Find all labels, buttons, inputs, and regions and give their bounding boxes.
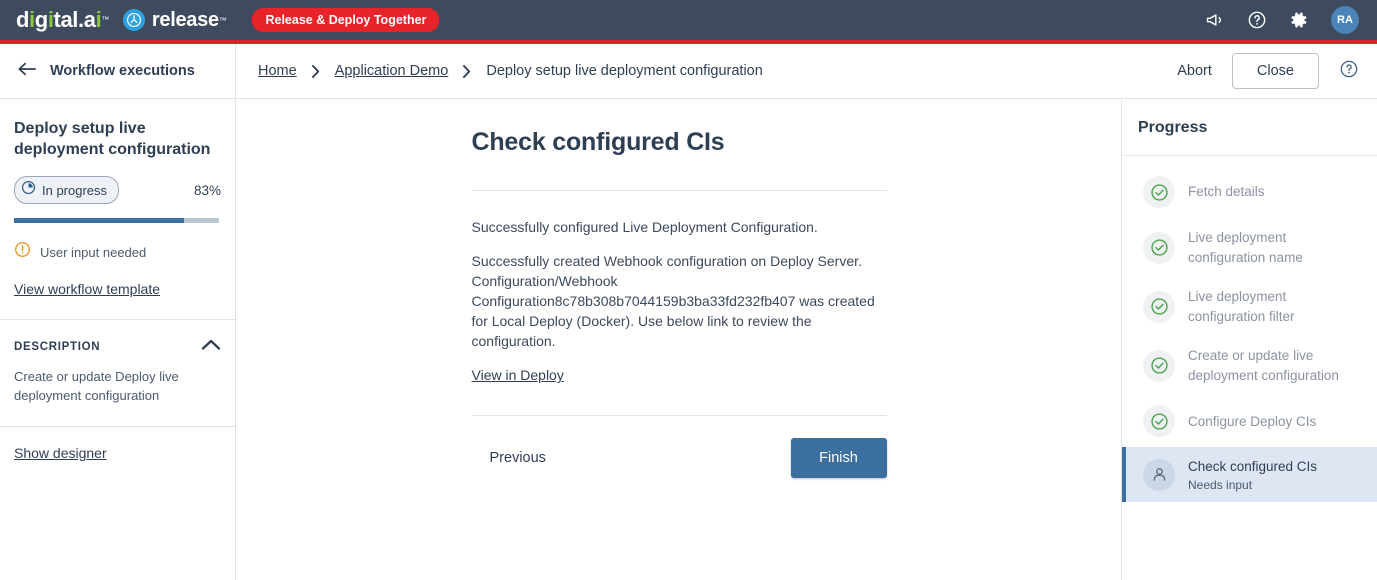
progress-step-label: Check configured CIs [1188,459,1318,475]
alert-circle-icon [14,241,31,263]
check-circle-icon [1143,290,1175,323]
top-brand-bar: digital.ai ™ release ™ Release & Deploy To… [0,0,1377,40]
page-title: Check configured CIs [471,128,725,156]
user-input-notice: User input needed [14,241,221,263]
check-circle-icon [1143,405,1175,438]
task-paragraph-2: Successfully created Webhook configurati… [471,253,875,350]
show-designer-link[interactable]: Show designer [0,427,121,479]
task-paragraph-1: Successfully configured Live Deployment … [471,219,818,235]
user-icon [1143,458,1175,491]
progress-bar-fill [14,218,185,224]
back-to-workflow-executions[interactable]: Workflow executions [0,43,236,99]
context-toolbar: Workflow executions Home Application Dem… [0,43,1377,99]
toolbar-actions: Abort Close [1177,53,1359,89]
release-wordmark[interactable]: release ™ [152,9,227,32]
description-heading: DESCRIPTION [14,341,101,354]
progress-step-label: Create or update live deployment configu… [1188,348,1339,383]
progress-step-text: Live deployment configuration name [1188,228,1363,267]
breadcrumb-item-current: Deploy setup live deployment configurati… [486,63,763,79]
breadcrumb: Home Application Demo Deploy setup live … [258,63,763,79]
release-trademark: ™ [218,15,227,25]
progress-step-list: Fetch details Live deployment configurat… [1122,156,1377,502]
progress-step-label: Live deployment configuration name [1188,230,1303,265]
progress-panel: Progress Fetch details Live deployment c… [1121,100,1377,580]
toolbar-help-icon[interactable] [1339,59,1359,84]
progress-step-create-or-update-live-deployment-configuration[interactable]: Create or update live deployment configu… [1122,336,1377,395]
description-section-header[interactable]: DESCRIPTION [0,320,235,356]
help-circle-icon[interactable] [1247,10,1267,30]
description-body: Create or update Deploy live deployment … [14,369,179,404]
progress-step-text: Live deployment configuration filter [1188,287,1363,326]
status-badge: In progress [14,176,120,205]
progress-step-check-configured-cis[interactable]: Check configured CIs Needs input [1122,447,1377,502]
top-bar-actions: RA [1205,6,1359,34]
finish-button[interactable]: Finish [790,438,887,479]
progress-step-label: Configure Deploy CIs [1188,413,1317,429]
promo-badge[interactable]: Release & Deploy Together [252,8,440,32]
abort-button[interactable]: Abort [1177,63,1212,79]
actions-divider [471,415,887,417]
progress-step-fetch-details[interactable]: Fetch details [1122,166,1377,218]
progress-step-text: Fetch details [1188,182,1265,202]
status-badge-label: In progress [42,182,108,198]
megaphone-icon[interactable] [1205,10,1225,30]
progress-percent: 83% [193,182,221,198]
progress-step-label: Live deployment configuration filter [1188,289,1295,324]
close-button[interactable]: Close [1231,53,1319,89]
breadcrumb-item-application[interactable]: Application Demo [335,63,449,79]
check-circle-icon [1143,349,1175,382]
digitalai-wordmark: digital.ai [16,7,102,32]
task-form: Check configured CIs Successfully config… [471,100,887,479]
view-workflow-template-link[interactable]: View workflow template [14,281,160,297]
workflow-sidebar: Deploy setup live deployment configurati… [0,100,236,580]
avatar[interactable]: RA [1331,6,1359,34]
progress-step-text: Create or update live deployment configu… [1188,346,1363,385]
progress-step-text: Check configured CIs Needs input [1188,457,1317,492]
progress-panel-header: Progress [1122,100,1377,156]
workflow-status-row: In progress 83% [14,176,221,205]
gear-icon[interactable] [1289,10,1309,30]
form-actions: Previous Finish [472,438,887,479]
chevron-right-icon-2 [463,64,471,78]
clock-icon [21,180,36,200]
user-input-notice-label: User input needed [40,244,147,260]
arrow-left-icon [18,62,36,81]
progress-bar [14,218,219,224]
check-circle-icon [1143,176,1175,208]
chevron-up-icon[interactable] [201,338,221,356]
breadcrumb-item-home[interactable]: Home [258,63,297,79]
progress-step-text: Configure Deploy CIs [1188,412,1316,432]
trademark-mark: ™ [101,15,109,24]
progress-panel-title: Progress [1138,118,1208,136]
back-label: Workflow executions [50,63,195,79]
progress-step-live-deployment-configuration-filter[interactable]: Live deployment configuration filter [1122,277,1377,336]
check-circle-icon [1143,231,1175,264]
previous-button[interactable]: Previous [472,440,564,476]
view-in-deploy-link[interactable]: View in Deploy [472,367,564,383]
progress-step-substatus: Needs input [1188,477,1253,492]
progress-step-label: Fetch details [1188,184,1265,200]
release-product-icon [122,9,145,31]
digitalai-logo[interactable]: digital.ai ™ [16,9,109,31]
release-label: release [151,8,219,31]
main-content: Check configured CIs Successfully config… [237,100,1121,580]
workflow-summary: Deploy setup live deployment configurati… [0,100,235,319]
progress-step-configure-deploy-cis[interactable]: Configure Deploy CIs [1122,395,1377,447]
chevron-right-icon [311,64,320,78]
title-divider [471,190,887,191]
progress-step-live-deployment-configuration-name[interactable]: Live deployment configuration name [1122,218,1377,277]
workflow-title: Deploy setup live deployment configurati… [14,120,211,159]
